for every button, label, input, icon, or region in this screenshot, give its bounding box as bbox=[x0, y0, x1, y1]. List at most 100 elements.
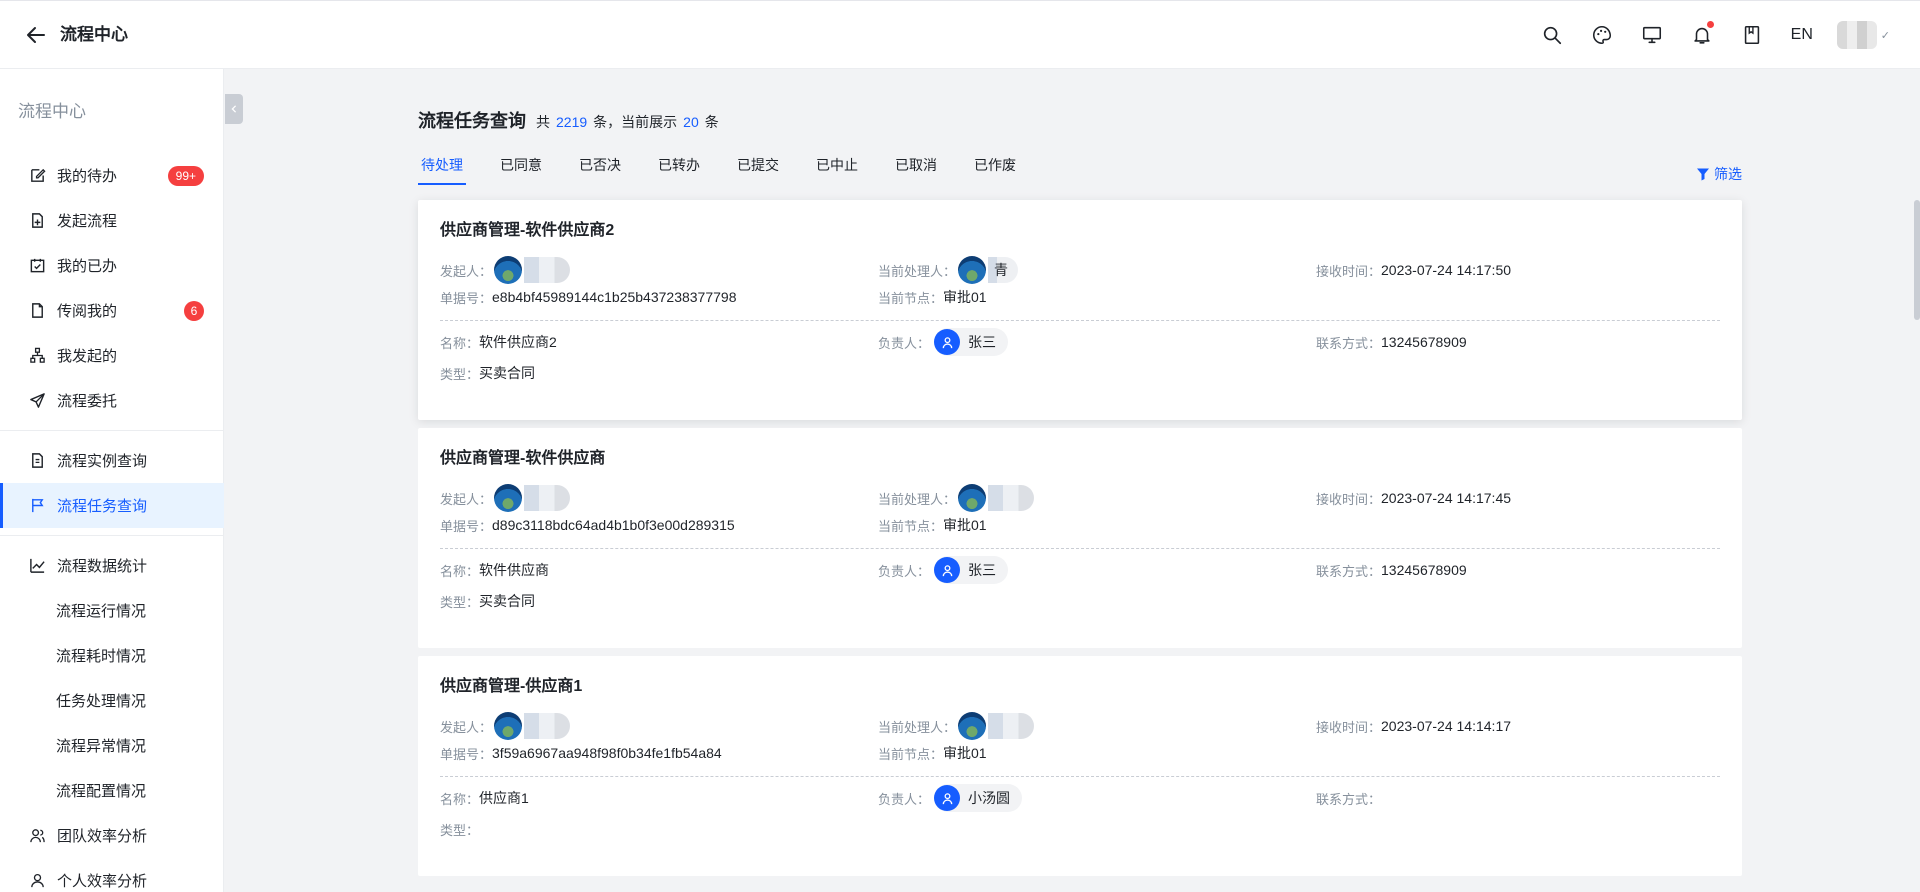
current-node: 审批01 bbox=[943, 745, 987, 761]
palette-icon[interactable] bbox=[1577, 15, 1627, 55]
tab-status[interactable]: 已同意 bbox=[497, 155, 545, 185]
handler-name: 青 bbox=[988, 257, 1019, 283]
sidebar-item[interactable]: 我发起的 bbox=[0, 333, 224, 378]
current-node: 审批01 bbox=[943, 289, 987, 305]
sidebar-collapse-button[interactable] bbox=[225, 94, 243, 124]
avatar bbox=[958, 484, 987, 512]
sidebar-item-label: 个人效率分析 bbox=[57, 873, 148, 890]
field-cell: 名称： 软件供应商2 bbox=[440, 332, 878, 352]
field-cell: 单据号： 3f59a6967aa948f98f0b34fe1fb54a84 bbox=[440, 744, 878, 763]
task-card[interactable]: 供应商管理-软件供应商 发起人： 当前处理人： 接收时间： 2023-07-24 14:… bbox=[418, 428, 1742, 648]
field-label: 接收时间： bbox=[1316, 491, 1382, 507]
redacted-name bbox=[524, 485, 571, 511]
monitor-icon[interactable] bbox=[1627, 15, 1677, 55]
field-cell: 单据号： e8b4bf45989144c1b25b437238377798 bbox=[440, 288, 878, 307]
user-icon bbox=[934, 785, 961, 811]
sidebar: 流程中心 我的待办 99+ 发起流程 我的已办 传阅我的 6 我发起的 流程委托 流程实例查询流… bbox=[0, 69, 224, 892]
sidebar-item[interactable]: 传阅我的 6 bbox=[0, 288, 224, 333]
chart-line-icon bbox=[28, 557, 46, 575]
send-icon bbox=[28, 392, 46, 410]
field-cell: 单据号： d89c3118bdc64ad4b1b0f3e00d289315 bbox=[440, 516, 878, 535]
sidebar-item[interactable]: 任务处理情况 bbox=[0, 678, 224, 723]
search-icon[interactable] bbox=[1527, 15, 1577, 55]
avatar bbox=[958, 712, 987, 740]
back-arrow-icon[interactable] bbox=[24, 23, 48, 47]
task-card[interactable]: 供应商管理-软件供应商2 发起人： 当前处理人： 青 接收时间： 2023-07-24 1… bbox=[418, 200, 1742, 420]
count-badge: 99+ bbox=[167, 166, 204, 186]
field-cell: 当前处理人： bbox=[878, 712, 1316, 740]
redacted-name bbox=[524, 713, 571, 739]
sidebar-item-label: 流程委托 bbox=[57, 393, 118, 410]
tab-status[interactable]: 已否决 bbox=[576, 155, 624, 185]
chevron-down-icon[interactable]: ✓ bbox=[1881, 29, 1890, 42]
file-icon bbox=[28, 302, 46, 320]
book-icon[interactable] bbox=[1727, 15, 1777, 55]
sidebar-item-label: 我发起的 bbox=[57, 348, 118, 365]
sidebar-item[interactable]: 团队效率分析 bbox=[0, 813, 224, 858]
avatar bbox=[494, 484, 523, 512]
sidebar-item[interactable]: 流程任务查询 bbox=[0, 483, 224, 528]
sidebar-item[interactable]: 流程实例查询 bbox=[0, 438, 224, 483]
sidebar-item-label: 我的已办 bbox=[57, 258, 118, 275]
order-number: 3f59a6967aa948f98f0b34fe1fb54a84 bbox=[492, 745, 722, 761]
sidebar-item[interactable]: 流程委托 bbox=[0, 378, 224, 423]
field-cell: 联系方式： bbox=[1316, 789, 1716, 808]
field-cell: 发起人： bbox=[440, 712, 878, 740]
bell-icon[interactable] bbox=[1677, 15, 1727, 55]
sidebar-item[interactable]: 发起流程 bbox=[0, 198, 224, 243]
field-cell: 接收时间： 2023-07-24 14:14:17 bbox=[1316, 717, 1716, 736]
contract-type: 买卖合同 bbox=[479, 593, 536, 609]
sidebar-item[interactable]: 流程运行情况 bbox=[0, 588, 224, 633]
team-icon bbox=[28, 827, 46, 845]
sidebar-item[interactable]: 流程耗时情况 bbox=[0, 633, 224, 678]
avatar[interactable] bbox=[1836, 21, 1877, 49]
tab-status[interactable]: 已取消 bbox=[892, 155, 940, 185]
field-cell: 名称： 软件供应商 bbox=[440, 560, 878, 580]
supplier-name: 软件供应商 bbox=[479, 562, 550, 578]
field-label: 负责人： bbox=[878, 335, 931, 351]
received-time: 2023-07-24 14:14:17 bbox=[1381, 718, 1512, 734]
filter-button[interactable]: 筛选 bbox=[1696, 164, 1742, 184]
app-title: 流程中心 bbox=[60, 25, 128, 44]
field-cell: 当前节点： 审批01 bbox=[878, 287, 1316, 307]
initiator-chip bbox=[494, 712, 582, 740]
owner-name: 张三 bbox=[968, 334, 997, 350]
received-time: 2023-07-24 14:17:45 bbox=[1381, 490, 1512, 506]
language-switch[interactable]: EN bbox=[1777, 26, 1827, 44]
tab-status[interactable]: 已提交 bbox=[734, 155, 782, 185]
sidebar-item[interactable]: 我的已办 bbox=[0, 243, 224, 288]
notification-dot bbox=[1706, 21, 1714, 28]
supplier-name: 供应商1 bbox=[479, 790, 529, 806]
tab-status[interactable]: 已中止 bbox=[813, 155, 861, 185]
field-label: 当前节点： bbox=[878, 290, 944, 306]
sidebar-item-label: 流程任务查询 bbox=[57, 498, 148, 515]
page-scrollbar[interactable] bbox=[1914, 200, 1920, 320]
tab-status[interactable]: 待处理 bbox=[418, 155, 466, 185]
contact-phone: 13245678909 bbox=[1381, 334, 1467, 350]
dashed-divider bbox=[440, 548, 1720, 549]
owner-chip: 张三 bbox=[934, 556, 1009, 584]
sidebar-item[interactable]: 流程数据统计 bbox=[0, 543, 224, 588]
calendar-check-icon bbox=[28, 257, 46, 275]
tab-status[interactable]: 已作废 bbox=[971, 155, 1019, 185]
tab-status[interactable]: 已转办 bbox=[655, 155, 703, 185]
sidebar-item[interactable]: 个人效率分析 bbox=[0, 858, 224, 892]
contact-phone: 13245678909 bbox=[1381, 562, 1467, 578]
field-label: 当前处理人： bbox=[878, 491, 957, 507]
sidebar-item[interactable]: 流程配置情况 bbox=[0, 768, 224, 813]
header-toolbar: EN ✓ bbox=[1527, 15, 1890, 55]
owner-name: 张三 bbox=[968, 562, 997, 578]
field-cell: 接收时间： 2023-07-24 14:17:50 bbox=[1316, 261, 1716, 280]
contract-type: 买卖合同 bbox=[479, 365, 536, 381]
field-label: 负责人： bbox=[878, 563, 931, 579]
handler-name bbox=[988, 485, 1035, 511]
task-title: 供应商管理-软件供应商 bbox=[440, 450, 606, 467]
current-node: 审批01 bbox=[943, 517, 987, 533]
owner-name: 小汤圆 bbox=[968, 790, 1011, 806]
sidebar-item-label: 流程耗时情况 bbox=[56, 648, 147, 665]
field-label: 名称： bbox=[440, 791, 480, 807]
sidebar-item[interactable]: 我的待办 99+ bbox=[0, 153, 224, 198]
sidebar-item[interactable]: 流程异常情况 bbox=[0, 723, 224, 768]
task-detail-row: 类型： bbox=[440, 815, 1720, 843]
task-card[interactable]: 供应商管理-供应商1 发起人： 当前处理人： 接收时间： 2023-07-24 14:1… bbox=[418, 656, 1742, 876]
